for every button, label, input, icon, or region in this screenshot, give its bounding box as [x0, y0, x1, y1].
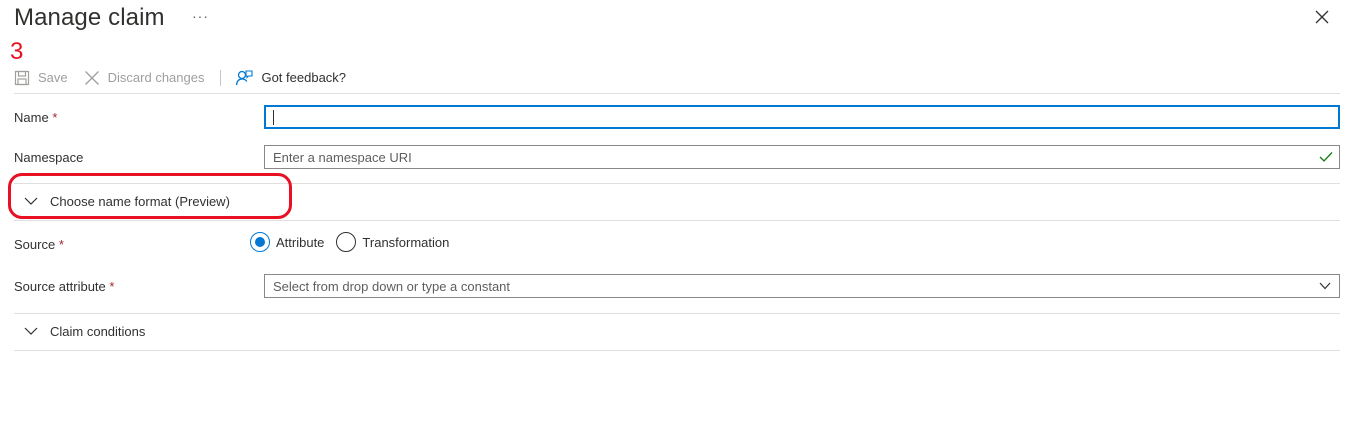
required-marker: *	[58, 236, 64, 252]
required-marker: *	[109, 278, 115, 294]
radio-button[interactable]	[336, 232, 357, 252]
close-icon[interactable]	[1315, 10, 1331, 26]
namespace-input[interactable]: Enter a namespace URI	[264, 145, 1340, 169]
name-label: Name *	[14, 109, 58, 125]
source-attribute-placeholder: Select from drop down or type a constant	[273, 278, 511, 294]
radio-transformation[interactable]: Transformation	[336, 232, 449, 252]
more-options-icon[interactable]: ···	[192, 8, 209, 24]
namespace-placeholder: Enter a namespace URI	[273, 149, 412, 165]
divider	[14, 220, 1340, 221]
radio-transformation-label: Transformation	[362, 234, 450, 250]
name-row: Name *	[14, 105, 1340, 129]
name-input[interactable]	[264, 105, 1340, 129]
radio-button-selected[interactable]	[250, 232, 270, 252]
source-attribute-row: Source attribute * Select from drop down…	[14, 274, 1340, 298]
discard-icon	[84, 70, 99, 85]
chevron-down-icon	[24, 327, 38, 335]
claim-conditions-expander[interactable]: Claim conditions	[24, 323, 145, 339]
claim-conditions-label: Claim conditions	[50, 323, 146, 339]
save-label: Save	[38, 70, 68, 85]
divider	[14, 350, 1340, 351]
radio-attribute[interactable]: Attribute	[250, 232, 324, 252]
save-button[interactable]: Save	[14, 64, 68, 92]
divider	[14, 313, 1340, 314]
discard-label: Discard changes	[107, 70, 205, 85]
discard-changes-button[interactable]: Discard changes	[84, 64, 205, 92]
text-cursor	[273, 109, 274, 125]
source-label: Source *	[14, 236, 64, 252]
radio-attribute-label: Attribute	[276, 234, 325, 250]
page-title: Manage claim	[14, 4, 165, 31]
toolbar-divider	[220, 69, 222, 86]
namespace-row: Namespace Enter a namespace URI	[14, 145, 1340, 169]
command-bar: Save Discard changes Got feedback?	[14, 62, 1340, 94]
source-row: Source *	[14, 233, 1340, 255]
source-attribute-label: Source attribute *	[14, 278, 115, 294]
feedback-icon	[236, 69, 254, 85]
source-attribute-dropdown[interactable]: Select from drop down or type a constant	[264, 274, 1340, 298]
save-icon	[14, 70, 30, 85]
source-radio-group: Attribute Transformation	[250, 232, 461, 252]
feedback-label: Got feedback?	[261, 70, 347, 85]
namespace-label: Namespace	[14, 149, 84, 165]
required-marker: *	[52, 109, 58, 125]
annotation-highlight	[8, 173, 292, 219]
checkmark-icon	[1319, 152, 1333, 162]
chevron-down-icon	[1319, 282, 1331, 290]
feedback-button[interactable]: Got feedback?	[235, 64, 346, 92]
